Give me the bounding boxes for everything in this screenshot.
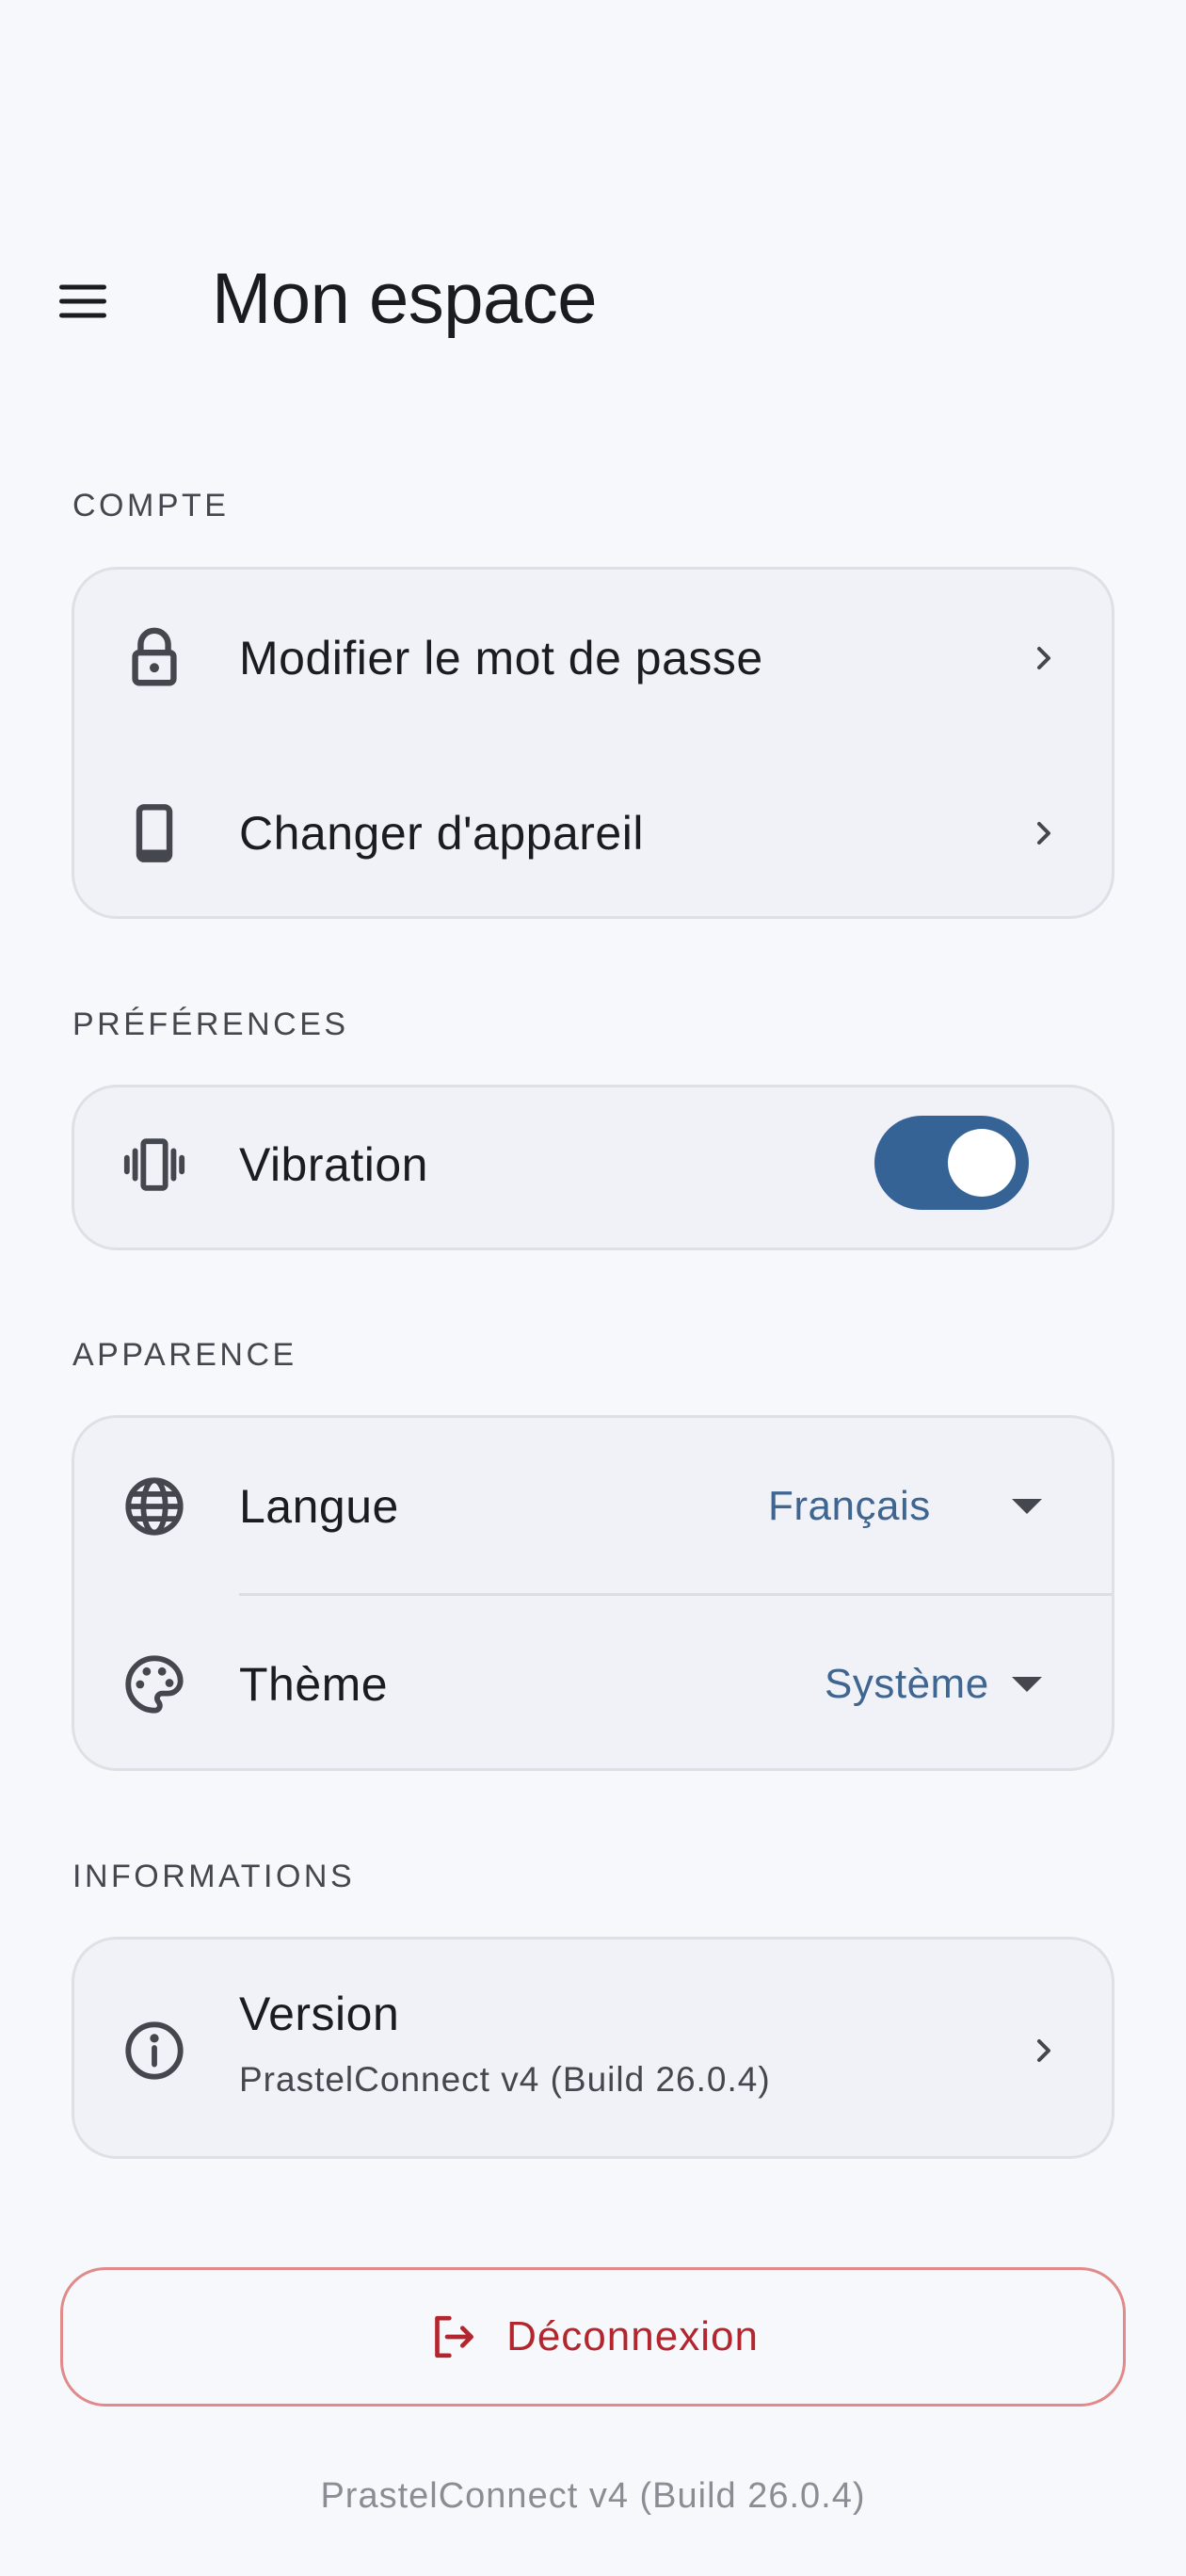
preferences-card: Vibration [72, 1085, 1114, 1250]
version-value: PrastelConnect v4 (Build 26.0.4) [239, 2060, 771, 2099]
change-password-label: Modifier le mot de passe [239, 632, 763, 684]
logout-icon [435, 2315, 474, 2359]
globe-icon [121, 1473, 187, 1539]
chevron-right-icon [1025, 639, 1063, 677]
language-value[interactable]: Français [768, 1483, 931, 1530]
page-title: Mon espace [212, 259, 598, 339]
change-password-row[interactable]: Modifier le mot de passe [74, 570, 1112, 747]
info-icon [121, 2018, 187, 2084]
theme-value[interactable]: Système [825, 1661, 989, 1708]
vibration-toggle[interactable] [874, 1116, 1029, 1210]
change-device-label: Changer d'appareil [239, 807, 644, 860]
phone-icon [121, 800, 187, 866]
section-header-preferences: PRÉFÉRENCES [72, 1006, 349, 1042]
logout-label: Déconnexion [506, 2313, 759, 2359]
menu-button[interactable] [38, 264, 128, 339]
palette-icon [121, 1651, 187, 1717]
top-app-bar: Mon espace [0, 235, 1186, 367]
theme-row[interactable]: Thème Système [74, 1596, 1112, 1768]
version-row[interactable]: Version PrastelConnect v4 (Build 26.0.4) [74, 1940, 1112, 2156]
language-label: Langue [239, 1480, 399, 1533]
theme-label: Thème [239, 1658, 389, 1711]
appearance-card: Langue Français Thème Système [72, 1415, 1114, 1771]
section-header-compte: COMPTE [72, 488, 230, 523]
account-card: Modifier le mot de passe Changer d'appar… [72, 567, 1114, 919]
app-version-footer: PrastelConnect v4 (Build 26.0.4) [320, 2476, 866, 2516]
logout-button[interactable]: Déconnexion [60, 2267, 1126, 2407]
dropdown-arrow-icon [1010, 1675, 1044, 1694]
language-row[interactable]: Langue Français [74, 1418, 1112, 1595]
vibration-label: Vibration [239, 1138, 428, 1191]
change-device-row[interactable]: Changer d'appareil [74, 745, 1112, 916]
toggle-knob [948, 1129, 1016, 1197]
section-header-apparence: APPARENCE [72, 1337, 297, 1373]
vibration-row: Vibration [74, 1087, 1112, 1248]
chevron-right-icon [1025, 2032, 1063, 2069]
version-label: Version [239, 1988, 400, 2040]
lock-icon [121, 625, 187, 691]
information-card: Version PrastelConnect v4 (Build 26.0.4) [72, 1937, 1114, 2159]
section-header-informations: INFORMATIONS [72, 1859, 356, 1894]
chevron-right-icon [1025, 814, 1063, 852]
vibration-icon [121, 1132, 187, 1198]
hamburger-menu-icon [59, 284, 106, 318]
dropdown-arrow-icon [1010, 1497, 1044, 1516]
settings-screen: Mon espace COMPTE Modifier le mot de pas… [0, 0, 1186, 2576]
